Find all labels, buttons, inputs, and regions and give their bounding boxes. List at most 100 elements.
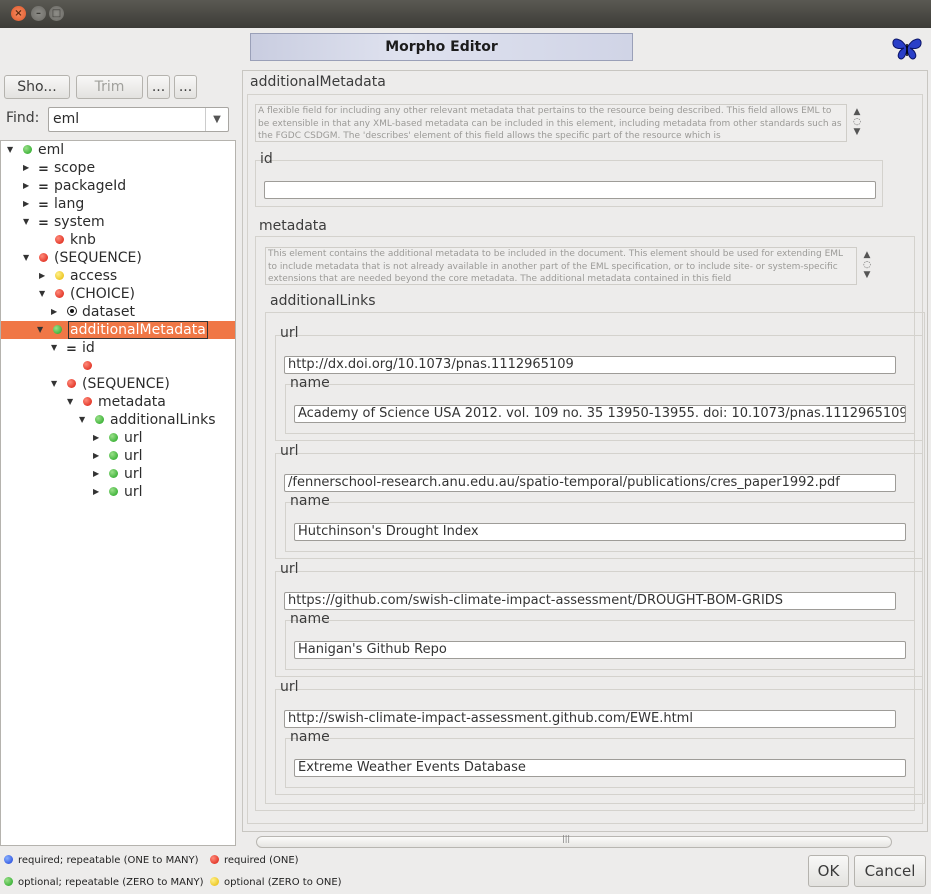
tree-node[interactable]: ▶ = lang [1, 195, 235, 213]
url-field[interactable]: /fennerschool-research.anu.edu.au/spatio… [284, 474, 896, 492]
window-maximize-button[interactable]: □ [49, 6, 64, 21]
expand-down-icon[interactable]: ▼ [79, 411, 85, 429]
tree-node-label: access [70, 268, 118, 284]
window-minimize-button[interactable]: – [31, 6, 46, 21]
expand-right-icon[interactable]: ▶ [23, 159, 29, 177]
tree-node-label: additionalLinks [110, 412, 216, 428]
tree-node-label: knb [70, 232, 96, 248]
tree-node[interactable]: knb [1, 231, 235, 249]
tree-node[interactable]: ▶ = scope [1, 159, 235, 177]
more-button-2[interactable]: ... [174, 75, 197, 99]
expand-right-icon[interactable]: ▶ [93, 429, 99, 447]
tree-node[interactable]: ▶ url [1, 447, 235, 465]
metadata-label: metadata [259, 218, 327, 234]
show-button[interactable]: Sho... [4, 75, 70, 99]
metadata-description: This element contains the additional met… [265, 247, 857, 285]
red-dot-icon [67, 379, 76, 388]
expand-down-icon[interactable]: ▼ [67, 393, 73, 411]
red-dot-icon [55, 289, 64, 298]
expand-down-icon[interactable]: ▼ [51, 375, 57, 393]
tree-node[interactable]: ▶ url [1, 483, 235, 501]
tree-node-label: (SEQUENCE) [82, 376, 170, 392]
red-dot-icon [39, 253, 48, 262]
tree-node-label: url [124, 430, 143, 446]
expand-right-icon[interactable]: ▶ [93, 483, 99, 501]
expand-down-icon[interactable]: ▼ [51, 339, 57, 357]
legend-required: required (ONE) [210, 854, 299, 866]
red-dot-icon [83, 397, 92, 406]
expand-down-icon[interactable]: ▼ [23, 213, 29, 231]
green-dot-icon [23, 145, 32, 154]
red-dot-icon [210, 855, 219, 864]
expand-down-icon[interactable]: ▼ [37, 321, 43, 339]
blue-dot-icon [4, 855, 13, 864]
green-dot-icon [109, 469, 118, 478]
expand-down-icon[interactable]: ▼ [39, 285, 45, 303]
horizontal-scrollbar[interactable]: ||| [256, 834, 892, 848]
tree-node[interactable]: ▼ (CHOICE) [1, 285, 235, 303]
tree-node[interactable]: ▼ (SEQUENCE) [1, 375, 235, 393]
tree-node-label: url [124, 484, 143, 500]
tree-node[interactable]: ▼ eml [1, 141, 235, 159]
legend-optional: optional (ZERO to ONE) [210, 876, 342, 888]
choice-radio-icon [67, 306, 77, 316]
red-dot-icon [55, 235, 64, 244]
tree-node[interactable]: ▼ additionalLinks [1, 411, 235, 429]
find-value: eml [53, 111, 80, 127]
red-dot-icon [83, 361, 92, 370]
tree-node-label: metadata [98, 394, 166, 410]
chevron-down-icon[interactable]: ▼ [205, 108, 228, 131]
tree-node-label: additionalMetadata [68, 321, 208, 339]
description-scroll-control[interactable]: ▲ ◌ ▼ [850, 107, 864, 137]
expand-right-icon[interactable]: ▶ [39, 267, 45, 285]
expand-right-icon[interactable]: ▶ [51, 303, 57, 321]
tree-node[interactable]: ▼ = system [1, 213, 235, 231]
tree-node[interactable] [1, 357, 235, 375]
cancel-button[interactable]: Cancel [854, 855, 926, 887]
xml-tree[interactable]: ▼ eml ▶ = scope ▶ = packageId ▶ = lang ▼ = system knb ▼… [0, 140, 236, 846]
expand-right-icon[interactable]: ▶ [23, 177, 29, 195]
tree-node[interactable]: ▼ additionalMetadata [1, 321, 235, 339]
legend-text: required; repeatable (ONE to MANY) [18, 855, 199, 866]
tree-node-label: dataset [82, 304, 135, 320]
expand-right-icon[interactable]: ▶ [23, 195, 29, 213]
url-label: url [280, 325, 299, 341]
tree-node[interactable]: ▶ url [1, 429, 235, 447]
expand-down-icon[interactable]: ▼ [23, 249, 29, 267]
tree-node[interactable]: ▶ dataset [1, 303, 235, 321]
tree-node[interactable]: ▶ access [1, 267, 235, 285]
tree-node[interactable]: ▼ = id [1, 339, 235, 357]
tree-node-label: packageId [54, 178, 127, 194]
url-field[interactable]: https://github.com/swish-climate-impact-… [284, 592, 896, 610]
expand-down-icon[interactable]: ▼ [7, 141, 13, 159]
name-label: name [290, 493, 330, 509]
additional-metadata-description: A flexible field for including any other… [255, 104, 847, 142]
additional-metadata-heading: additionalMetadata [250, 74, 386, 90]
name-field[interactable]: Hanigan's Github Repo [294, 641, 906, 659]
tree-node[interactable]: ▼ metadata [1, 393, 235, 411]
find-combobox[interactable]: eml [48, 107, 229, 132]
id-field[interactable] [264, 181, 876, 199]
url-label: url [280, 679, 299, 695]
name-field[interactable]: Hutchinson's Drought Index [294, 523, 906, 541]
tree-node[interactable]: ▶ url [1, 465, 235, 483]
trim-button[interactable]: Trim [76, 75, 143, 99]
url-field[interactable]: http://swish-climate-impact-assessment.g… [284, 710, 896, 728]
name-field[interactable]: Academy of Science USA 2012. vol. 109 no… [294, 405, 906, 423]
tree-node-label: eml [38, 142, 65, 158]
expand-right-icon[interactable]: ▶ [93, 465, 99, 483]
name-field[interactable]: Extreme Weather Events Database [294, 759, 906, 777]
tree-node[interactable]: ▼ (SEQUENCE) [1, 249, 235, 267]
legend-optional-repeatable: optional; repeatable (ZERO to MANY) [4, 876, 204, 888]
more-button-1[interactable]: ... [147, 75, 170, 99]
expand-right-icon[interactable]: ▶ [93, 447, 99, 465]
metadata-desc-scroll-control[interactable]: ▲ ◌ ▼ [860, 250, 874, 280]
url-field[interactable]: http://dx.doi.org/10.1073/pnas.111296510… [284, 356, 896, 374]
additional-links-label: additionalLinks [270, 293, 376, 309]
tree-node-label: scope [54, 160, 96, 176]
window-close-button[interactable]: × [11, 6, 26, 21]
ok-button[interactable]: OK [808, 855, 849, 887]
tree-node-label: lang [54, 196, 85, 212]
legend-text: required (ONE) [224, 855, 299, 866]
tree-node[interactable]: ▶ = packageId [1, 177, 235, 195]
